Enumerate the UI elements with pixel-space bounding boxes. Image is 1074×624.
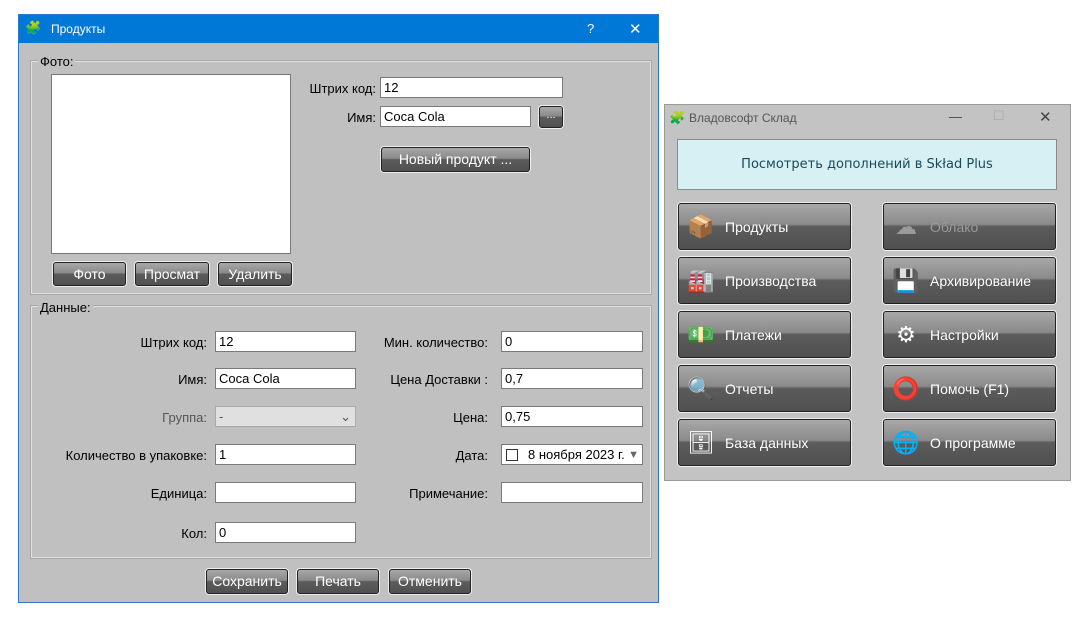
- field-label: Дата:: [455, 448, 488, 463]
- dropdown-arrow-icon[interactable]: ▼: [626, 445, 641, 464]
- main-button-settings[interactable]: ⚙ Настройки: [883, 311, 1056, 358]
- main-button-cloud[interactable]: ☁ Облако: [883, 203, 1056, 250]
- app-icon: 🧩: [25, 20, 42, 35]
- main-button-label: Помочь (F1): [930, 380, 1010, 397]
- quantity-field[interactable]: 0: [215, 522, 356, 543]
- main-button-label: Архивирование: [930, 272, 1032, 289]
- boxes-icon: 📦: [687, 213, 715, 239]
- view-button[interactable]: Просмат: [135, 262, 209, 286]
- main-button-label: О программе: [930, 434, 1016, 451]
- barcode-label: Штрих код:: [309, 81, 376, 96]
- photo-box: [51, 74, 291, 254]
- globe-monitor-icon: 🌐: [892, 429, 920, 455]
- lifebuoy-icon: ⭕: [892, 375, 920, 401]
- cancel-button[interactable]: Отменить: [389, 569, 471, 594]
- photo-button[interactable]: Фото: [53, 262, 126, 286]
- money-icon: 💵: [687, 321, 715, 347]
- window-title: Владовсофт Склад: [689, 111, 797, 125]
- save-button[interactable]: Сохранить: [206, 569, 288, 594]
- main-button-report[interactable]: 🔍 Отчеты: [678, 365, 851, 412]
- note-field[interactable]: [501, 482, 643, 503]
- main-button-money[interactable]: 💵 Платежи: [678, 311, 851, 358]
- browse-button[interactable]: ...: [539, 106, 563, 128]
- date-checkbox[interactable]: [506, 449, 518, 461]
- main-button-factory[interactable]: 🏭 Производства: [678, 257, 851, 304]
- field-label: Цена:: [453, 410, 488, 425]
- name-input[interactable]: Coca Cola: [380, 106, 531, 127]
- help-button[interactable]: ?: [587, 21, 594, 36]
- window-title: Продукты: [51, 22, 106, 36]
- cloud-icon: ☁: [895, 213, 917, 239]
- photo-group-label: Фото:: [38, 54, 76, 69]
- skład-plus-banner[interactable]: Посмотреть дополнений в Skład Plus: [677, 139, 1057, 190]
- field-label: Имя:: [178, 372, 207, 387]
- new-product-button[interactable]: Новый продукт ...: [381, 147, 530, 172]
- title-bar: 🧩 Продукты ? ✕: [19, 15, 658, 43]
- data-group-label: Данные:: [38, 300, 93, 315]
- main-button-label: Продукты: [725, 218, 789, 235]
- close-button[interactable]: ✕: [1039, 108, 1052, 126]
- barcode-input[interactable]: 12: [380, 77, 563, 98]
- report-icon: 🔍: [687, 375, 715, 401]
- field-label: Цена Доставки :: [390, 372, 488, 387]
- main-button-database[interactable]: 🗄 База данных: [678, 419, 851, 466]
- close-button[interactable]: ✕: [629, 20, 642, 38]
- minimize-button[interactable]: —: [949, 109, 962, 124]
- main-button-label: База данных: [725, 434, 809, 451]
- field-label: Примечание:: [409, 486, 488, 501]
- main-button-lifebuoy[interactable]: ⭕ Помочь (F1): [883, 365, 1056, 412]
- field-label: Мин. количество:: [383, 335, 488, 350]
- products-window: 🧩 Продукты ? ✕ Фото: Фото Просмат Удалит…: [18, 14, 659, 603]
- main-button-boxes[interactable]: 📦 Продукты: [678, 203, 851, 250]
- delivery-price-field[interactable]: 0,7: [501, 368, 643, 389]
- name-label: Имя:: [347, 110, 376, 125]
- print-button[interactable]: Печать: [297, 569, 379, 594]
- min-quantity-field[interactable]: 0: [501, 331, 643, 352]
- settings-icon: ⚙: [896, 321, 916, 347]
- field-label: Кол:: [181, 526, 207, 541]
- factory-icon: 🏭: [687, 267, 715, 293]
- main-button-archive[interactable]: 💾 Архивирование: [883, 257, 1056, 304]
- date-picker[interactable]: 8 ноября 2023 г. ▼: [501, 444, 643, 465]
- main-window: 🧩 Владовсофт Склад — ☐ ✕ Посмотреть допо…: [664, 104, 1071, 481]
- main-button-label: Производства: [725, 272, 817, 289]
- main-button-label: Отчеты: [725, 380, 774, 397]
- group-value: -: [219, 409, 224, 424]
- date-value: 8 ноября 2023 г.: [528, 447, 625, 462]
- archive-icon: 💾: [892, 267, 920, 293]
- main-button-label: Платежи: [725, 326, 782, 343]
- field-label: Штрих код:: [140, 335, 207, 350]
- field-label: Количество в упаковке:: [65, 448, 207, 463]
- database-icon: 🗄: [687, 429, 715, 455]
- app-icon: 🧩: [669, 110, 686, 125]
- field-label: Единица:: [150, 486, 207, 501]
- main-button-label: Облако: [930, 218, 979, 235]
- delete-button[interactable]: Удалить: [218, 262, 292, 286]
- field-label: Группа:: [162, 410, 207, 425]
- price-field[interactable]: 0,75: [501, 406, 643, 427]
- maximize-button[interactable]: ☐: [993, 108, 1005, 124]
- main-button-globe-monitor[interactable]: 🌐 О программе: [883, 419, 1056, 466]
- main-button-label: Настройки: [930, 326, 999, 343]
